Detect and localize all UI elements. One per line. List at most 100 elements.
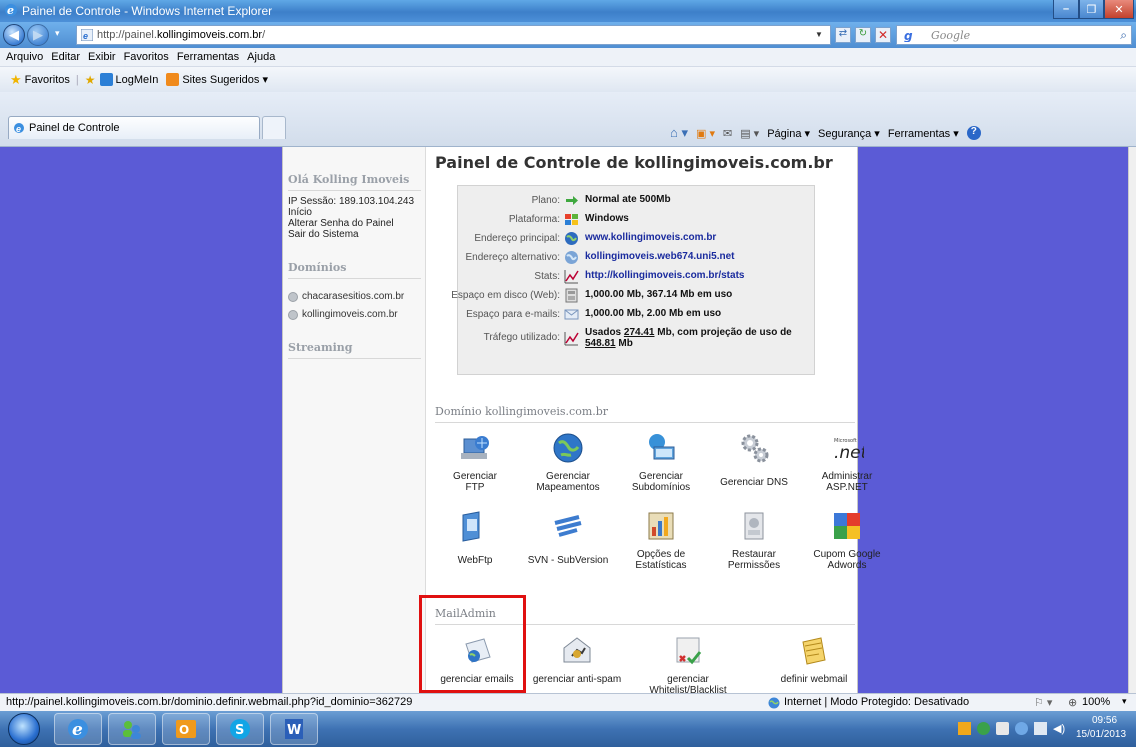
separator: | (75, 73, 79, 86)
domain-item[interactable]: chacarasesitios.com.br (288, 291, 404, 302)
domain-section-title: Domínio kollingimoveis.com.br (435, 405, 855, 423)
menu-editar[interactable]: Editar (51, 51, 80, 63)
tool-restaurar-permissoes[interactable]: Restaurar Permissões (709, 509, 799, 571)
mail-definir-webmail[interactable]: definir webmail (769, 634, 859, 685)
link-sair[interactable]: Sair do Sistema (288, 229, 359, 240)
page-menu[interactable]: Página ▾ (767, 127, 810, 140)
owner-badge-icon (737, 509, 771, 543)
taskbar-ie[interactable]: e (54, 713, 102, 745)
vertical-scrollbar[interactable] (1128, 147, 1136, 693)
feeds-icon[interactable]: ▣ ▾ (696, 127, 715, 140)
forward-button[interactable]: ▶ (27, 24, 49, 46)
tool-gerenciar-dns[interactable]: Gerenciar DNS (709, 431, 799, 488)
tray-display-icon[interactable] (1034, 722, 1047, 735)
add-favorite-icon[interactable]: ★ (85, 73, 96, 87)
tools-menu[interactable]: Ferramentas ▾ (888, 127, 959, 140)
history-dropdown-icon[interactable]: ▾ (55, 28, 60, 39)
taskbar-word[interactable]: W (270, 713, 318, 745)
link-alterar-senha[interactable]: Alterar Senha do Painel (288, 218, 394, 229)
svg-text:.net: .net (834, 443, 864, 463)
tab-bar: e Painel de Controle ⌂ ▾ ▣ ▾ ✉ ▤ ▾ Págin… (0, 92, 1136, 147)
tool-cupom-google-adwords[interactable]: Cupom Google Adwords (802, 509, 892, 571)
statistics-icon (644, 509, 678, 543)
traffic-used: 274.41 (623, 327, 655, 338)
url-input[interactable]: e http://painel. kollingimoveis.com.br / (76, 25, 831, 45)
page-title: Painel de Controle de kollingimoveis.com… (435, 153, 833, 172)
clock-date[interactable]: 15/01/2013 (1076, 729, 1126, 740)
traffic-chart-icon (564, 331, 579, 346)
link-inicio[interactable]: Início (288, 207, 312, 218)
taskbar-contacts[interactable] (108, 713, 156, 745)
info-value-link[interactable]: kollingimoveis.web674.uni5.net (585, 251, 735, 262)
search-icon[interactable]: ⌕ (1120, 28, 1127, 43)
search-input[interactable]: g Google ⌕ (896, 25, 1132, 45)
favorites-button[interactable]: Favoritos (25, 74, 70, 86)
favorite-suggested-sites[interactable]: Sites Sugeridos ▾ (182, 73, 268, 86)
window-title: Painel de Controle - Windows Internet Ex… (22, 4, 273, 18)
info-value-link[interactable]: http://kollingimoveis.com.br/stats (585, 270, 744, 281)
refresh-icon[interactable]: ↻ (855, 27, 871, 43)
tray-office-icon[interactable] (958, 722, 971, 735)
back-button[interactable]: ◀ (3, 24, 25, 46)
close-button[interactable]: ✕ (1104, 0, 1134, 19)
taskbar-skype[interactable]: S (216, 713, 264, 745)
new-tab-button[interactable] (262, 116, 286, 139)
url-dropdown-icon[interactable]: ▼ (815, 30, 823, 39)
menu-ferramentas[interactable]: Ferramentas (177, 51, 239, 63)
tool-label: Administrar ASP.NET (821, 471, 873, 493)
streaming-title: Streaming (288, 341, 421, 359)
taskbar-outlook[interactable]: O (162, 713, 210, 745)
traffic-text: Mb, com projeção de uso de (654, 327, 792, 338)
info-value-link[interactable]: www.kollingimoveis.com.br (585, 232, 716, 243)
maximize-button[interactable]: ❐ (1079, 0, 1104, 19)
domain-item[interactable]: kollingimoveis.com.br (288, 309, 398, 320)
info-label: Espaço para e-mails: (466, 309, 560, 320)
menu-ajuda[interactable]: Ajuda (247, 51, 275, 63)
svn-icon (551, 509, 585, 543)
info-label: Espaço em disco (Web): (451, 290, 560, 301)
tool-webftp[interactable]: WebFtp (430, 509, 520, 566)
tray-shield-icon[interactable] (977, 722, 990, 735)
help-icon[interactable]: ? (966, 126, 981, 140)
tool-svn[interactable]: SVN - SubVersion (523, 509, 613, 566)
tool-opcoes-estatisticas[interactable]: Opções de Estatísticas (616, 509, 706, 571)
tool-gerenciar-mapeamentos[interactable]: Gerenciar Mapeamentos (523, 431, 613, 493)
volume-icon[interactable]: ◀) (1053, 722, 1065, 735)
mail-gerenciar-anti-spam[interactable]: gerenciar anti-spam (532, 634, 622, 685)
url-suffix: / (262, 29, 266, 41)
whitelist-blacklist-icon (671, 634, 705, 668)
clock-time[interactable]: 09:56 (1092, 715, 1117, 726)
print-icon[interactable]: ▤ ▾ (740, 127, 759, 140)
globe-icon (564, 231, 579, 246)
mail-icon[interactable]: ✉ (723, 127, 732, 140)
home-icon[interactable]: ⌂ ▾ (670, 125, 688, 141)
start-button[interactable] (8, 713, 40, 745)
menu-arquivo[interactable]: Arquivo (6, 51, 43, 63)
menu-exibir[interactable]: Exibir (88, 51, 116, 63)
info-row-trafego: Tráfego utilizado: Usados 274.41 Mb, com… (458, 326, 816, 354)
menu-favoritos[interactable]: Favoritos (124, 51, 169, 63)
security-zone[interactable]: Internet | Modo Protegido: Desativado (784, 696, 969, 708)
zoom-level[interactable]: 100% (1082, 696, 1110, 708)
address-toolbar: ◀ ▶ ▾ e http://painel. kollingimoveis.com… (0, 22, 1136, 48)
compatibility-icon[interactable]: ⇄ (835, 27, 851, 43)
star-icon: ★ (10, 71, 22, 87)
protected-mode-icon[interactable]: ⚐ ▾ (1034, 696, 1052, 709)
favorite-logmein[interactable]: LogMeIn (116, 74, 159, 86)
zoom-dropdown-icon[interactable]: ▾ (1122, 696, 1127, 707)
tray-flag-icon[interactable] (996, 722, 1009, 735)
webftp-folder-icon (458, 509, 492, 543)
tool-administrar-aspnet[interactable]: Microsoft .net Administrar ASP.NET (802, 431, 892, 493)
svg-text:O: O (179, 723, 189, 737)
status-link: http://painel.kollingimoveis.com.br/domi… (6, 696, 413, 708)
tool-gerenciar-subdominios[interactable]: Gerenciar Subdomínios (616, 431, 706, 493)
tray-network-icon[interactable] (1015, 722, 1028, 735)
disk-icon (564, 288, 579, 303)
mail-gerenciar-whitelist-blacklist[interactable]: gerenciar Whitelist/Blacklist (638, 634, 738, 693)
tab-painel-de-controle[interactable]: e Painel de Controle (8, 116, 260, 139)
security-menu[interactable]: Segurança ▾ (818, 127, 880, 140)
tool-gerenciar-ftp[interactable]: Gerenciar FTP (430, 431, 520, 493)
tool-label: Gerenciar Mapeamentos (536, 471, 600, 493)
minimize-button[interactable]: – (1053, 0, 1079, 19)
stop-icon[interactable]: ✕ (875, 27, 891, 43)
